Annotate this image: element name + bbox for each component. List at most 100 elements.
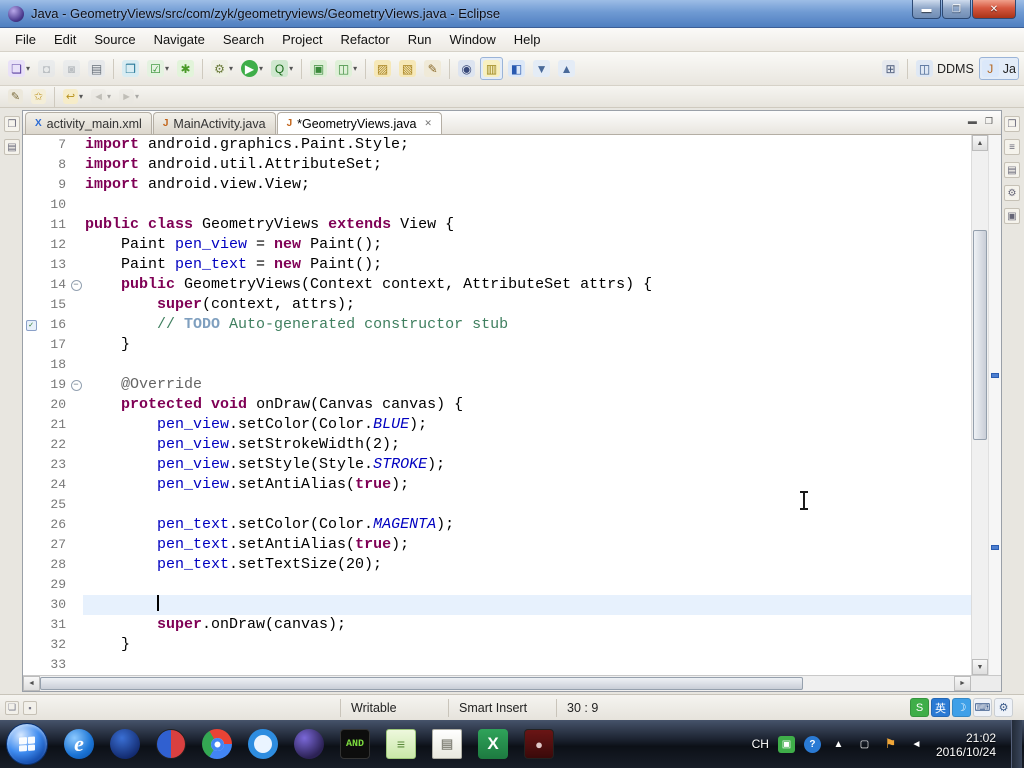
open-perspective-button[interactable]: ⊞: [879, 57, 902, 80]
dropdown-caret-icon[interactable]: ▾: [353, 64, 357, 73]
android-virtual-device-button[interactable]: ◫ ▾: [332, 57, 360, 80]
ime-wrench-icon[interactable]: ⚙: [994, 698, 1013, 717]
ime-ch-indicator[interactable]: CH: [752, 737, 769, 751]
notepad-icon[interactable]: ▤: [427, 724, 467, 764]
excel-icon[interactable]: X: [473, 724, 513, 764]
task-list-icon[interactable]: ▤: [1004, 162, 1020, 178]
save-all-button[interactable]: ◙: [60, 57, 83, 80]
tab-mainactivity-java[interactable]: J MainActivity.java: [152, 112, 276, 134]
code-line[interactable]: 32 }: [23, 635, 971, 655]
ime-lang-icon[interactable]: 英: [931, 698, 950, 717]
code-line[interactable]: 22 pen_view.setStrokeWidth(2);: [23, 435, 971, 455]
code-line[interactable]: 19− @Override: [23, 375, 971, 395]
minimize-button[interactable]: ▬: [912, 0, 941, 19]
tray-help-icon[interactable]: ?: [803, 735, 821, 753]
code-line[interactable]: 12 Paint pen_view = new Paint();: [23, 235, 971, 255]
maximize-button[interactable]: ❐: [942, 0, 971, 19]
horizontal-scroll-thumb[interactable]: [40, 677, 803, 690]
menu-item-file[interactable]: File: [6, 29, 45, 50]
android-sdk-manager-button[interactable]: ▣: [307, 57, 330, 80]
ime-moon-icon[interactable]: ☽: [952, 698, 971, 717]
next-annotation-button[interactable]: ▼: [530, 57, 553, 80]
snippets-icon[interactable]: ▣: [1004, 208, 1020, 224]
coverage-button[interactable]: Q ▾: [268, 57, 296, 80]
scroll-up-icon[interactable]: ▲: [972, 135, 988, 151]
prev-annotation-button[interactable]: ▲: [555, 57, 578, 80]
dropdown-caret-icon[interactable]: ▾: [165, 64, 169, 73]
occurrence-mark-icon[interactable]: [991, 372, 999, 378]
print-button[interactable]: ▤: [85, 57, 108, 80]
code-line[interactable]: 10: [23, 195, 971, 215]
import-folder-button[interactable]: ▧: [396, 57, 419, 80]
menu-item-edit[interactable]: Edit: [45, 29, 85, 50]
checkbox-dropdown-button[interactable]: ☑ ▾: [144, 57, 172, 80]
favorites-star-button[interactable]: ✩: [28, 86, 49, 107]
open-folder-button[interactable]: ▨: [371, 57, 394, 80]
menu-item-window[interactable]: Window: [441, 29, 505, 50]
code-line[interactable]: 7 import android.graphics.Paint.Style;: [23, 135, 971, 155]
code-line[interactable]: 9 import android.view.View;: [23, 175, 971, 195]
back-button[interactable]: ◄ ▾: [88, 86, 114, 107]
debug-button[interactable]: ⚙ ▾: [208, 57, 236, 80]
scroll-left-icon[interactable]: ◄: [23, 676, 40, 691]
dropdown-caret-icon[interactable]: ▾: [259, 64, 263, 73]
volume-icon[interactable]: ◄: [908, 736, 925, 753]
code-editor[interactable]: 7 import android.graphics.Paint.Style; 8 im…: [23, 135, 971, 675]
start-button[interactable]: [6, 723, 48, 765]
dropdown-caret-icon[interactable]: ▾: [26, 64, 30, 73]
code-line[interactable]: 26 pen_text.setColor(Color.MAGENTA);: [23, 515, 971, 535]
notes-app-icon[interactable]: ≡: [381, 724, 421, 764]
close-button[interactable]: ✕: [972, 0, 1016, 19]
menu-item-search[interactable]: Search: [214, 29, 273, 50]
eclipse-taskbar-icon[interactable]: [289, 724, 329, 764]
maximize-editor-icon[interactable]: ❐: [985, 116, 993, 127]
code-line[interactable]: 11 public class GeometryViews extends Vie…: [23, 215, 971, 235]
menu-item-source[interactable]: Source: [85, 29, 144, 50]
vertical-scroll-thumb[interactable]: [973, 230, 987, 440]
code-line[interactable]: 28 pen_text.setTextSize(20);: [23, 555, 971, 575]
code-line[interactable]: 14− public GeometryViews(Context context…: [23, 275, 971, 295]
code-line[interactable]: 17 }: [23, 335, 971, 355]
menu-item-run[interactable]: Run: [399, 29, 441, 50]
restore-panel-icon[interactable]: ❐: [4, 116, 20, 132]
code-line[interactable]: 20 protected void onDraw(Canvas canvas) …: [23, 395, 971, 415]
tray-green-icon[interactable]: ▣: [777, 735, 795, 753]
collapse-fold-icon[interactable]: −: [70, 379, 82, 391]
trim-stack-icon[interactable]: ▪: [23, 700, 37, 715]
title-bar[interactable]: Java - GeometryViews/src/com/zyk/geometr…: [0, 0, 1024, 28]
scroll-right-icon[interactable]: ►: [954, 676, 971, 691]
orb-app-icon[interactable]: [151, 724, 191, 764]
code-line[interactable]: 8 import android.util.AttributeSet;: [23, 155, 971, 175]
restore-panel-icon[interactable]: ❐: [1004, 116, 1020, 132]
code-line[interactable]: 18: [23, 355, 971, 375]
android-tool-icon[interactable]: AND: [335, 724, 375, 764]
forward-button[interactable]: ► ▾: [116, 86, 142, 107]
code-line[interactable]: ✓ 16 // TODO Auto-generated constructor s…: [23, 315, 971, 335]
occurrence-mark-icon[interactable]: [991, 545, 999, 551]
code-line[interactable]: 24 pen_view.setAntiAlias(true);: [23, 475, 971, 495]
search-button[interactable]: ◉: [455, 57, 478, 80]
action-center-icon[interactable]: ⚑: [882, 736, 899, 753]
code-line[interactable]: 15 super(context, attrs);: [23, 295, 971, 315]
edit-pencil-button[interactable]: ✎: [421, 57, 444, 80]
horizontal-scrollbar[interactable]: ◄ ►: [23, 675, 1001, 691]
menu-item-navigate[interactable]: Navigate: [145, 29, 214, 50]
new-java-item-button[interactable]: ❒: [119, 57, 142, 80]
browser-dark-icon[interactable]: [105, 724, 145, 764]
mark-occurrences-button[interactable]: ▥: [480, 57, 504, 80]
last-edit-location-button[interactable]: ◧: [505, 57, 528, 80]
code-line[interactable]: 21 pen_view.setColor(Color.BLUE);: [23, 415, 971, 435]
menu-item-refactor[interactable]: Refactor: [332, 29, 399, 50]
annotation-pencil-button[interactable]: ✎: [5, 86, 26, 107]
ime-keyboard-icon[interactable]: ⌨: [973, 698, 992, 717]
code-line[interactable]: 23 pen_view.setStyle(Style.STROKE);: [23, 455, 971, 475]
vertical-scrollbar[interactable]: ▲ ▼: [971, 135, 988, 675]
tab--geometryviews-java[interactable]: J *GeometryViews.java ✕: [276, 112, 442, 134]
code-line[interactable]: 13 Paint pen_text = new Paint();: [23, 255, 971, 275]
dropdown-caret-icon[interactable]: ▾: [79, 92, 83, 101]
code-line[interactable]: 31 super.onDraw(canvas);: [23, 615, 971, 635]
scroll-down-icon[interactable]: ▼: [972, 659, 988, 675]
save-button[interactable]: ◘: [35, 57, 58, 80]
dropdown-caret-icon[interactable]: ▾: [107, 92, 111, 101]
new-android-project-button[interactable]: ✱: [174, 57, 197, 80]
